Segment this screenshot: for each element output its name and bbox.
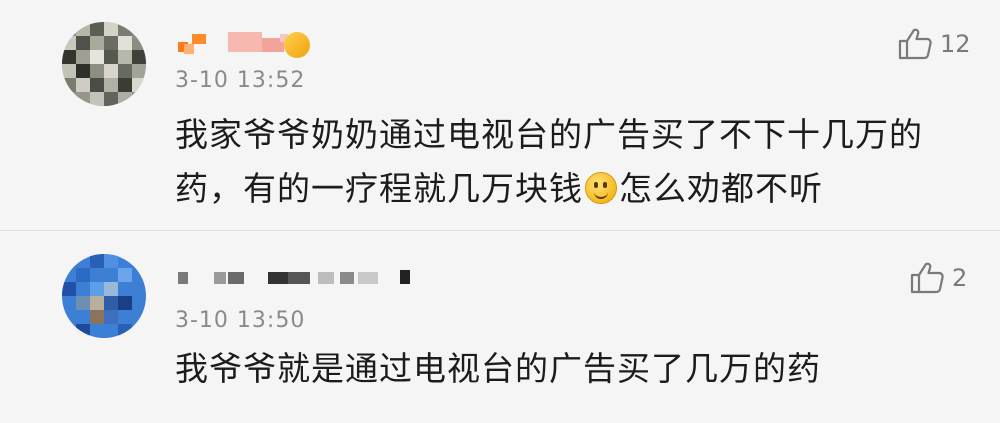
- avatar[interactable]: [62, 22, 146, 106]
- smile-emoji-icon: [585, 172, 617, 204]
- comment-text: 我家爷爷奶奶通过电视台的广告买了不下十几万的药，有的一疗程就几万块钱 怎么劝都不听: [175, 108, 965, 216]
- like-button[interactable]: 2: [910, 262, 967, 294]
- level-badge-icon: [284, 32, 310, 58]
- comment-item: 3-10 13:52 我家爷爷奶奶通过电视台的广告买了不下十几万的药，有的一疗程…: [0, 0, 1000, 232]
- thumbs-up-icon: [910, 262, 944, 294]
- like-count: 2: [952, 264, 968, 292]
- divider: [0, 230, 1000, 231]
- comment-timestamp: 3-10 13:52: [175, 68, 306, 93]
- comment-text: 我爷爷就是通过电视台的广告买了几万的药: [175, 349, 821, 388]
- comment-timestamp: 3-10 13:50: [175, 308, 306, 333]
- username-blurred[interactable]: [178, 266, 418, 292]
- comment-item: 3-10 13:50 我爷爷就是通过电视台的广告买了几万的药 2: [0, 232, 1000, 423]
- comment-text-part: 怎么劝都不听: [619, 169, 823, 208]
- like-count: 12: [940, 30, 971, 58]
- thumbs-up-icon: [898, 28, 932, 60]
- like-button[interactable]: 12: [898, 28, 971, 60]
- avatar[interactable]: [62, 254, 146, 338]
